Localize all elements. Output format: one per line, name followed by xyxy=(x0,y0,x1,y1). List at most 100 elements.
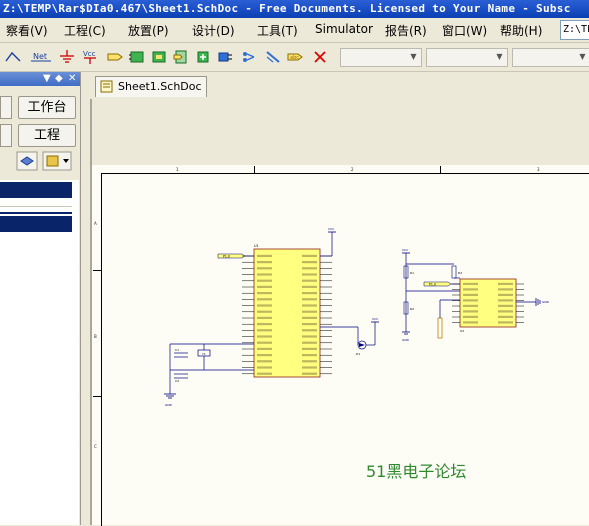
pin-icon[interactable]: ◆ xyxy=(55,72,63,86)
title-bar: Z:\TEMP\Rar$DIa0.467\Sheet1.SchDoc - Fre… xyxy=(0,0,589,18)
menu-project[interactable]: 工程(C) xyxy=(64,22,106,39)
net-label-text: P1.0 xyxy=(429,283,436,287)
panel-side-button[interactable] xyxy=(0,124,12,147)
pin-label xyxy=(498,293,513,296)
ruler-tick xyxy=(440,166,441,174)
component-designator: Y1 xyxy=(202,352,206,356)
ground-icon[interactable] xyxy=(58,49,76,65)
mcu-u1[interactable]: U1 xyxy=(253,244,321,378)
net-label-icon[interactable]: Net xyxy=(30,49,52,65)
pin-label xyxy=(498,310,513,313)
part-icon[interactable] xyxy=(128,49,146,65)
pin-label xyxy=(302,261,317,264)
pin-label xyxy=(498,288,513,291)
pin-label xyxy=(257,261,272,264)
toolbar-combo-1[interactable]: ▼ xyxy=(340,48,422,67)
net-label-text: Net xyxy=(33,52,47,61)
menu-simulator[interactable]: Simulator xyxy=(315,22,373,36)
add-part-icon[interactable] xyxy=(194,49,212,65)
menu-window[interactable]: 窗口(W) xyxy=(442,22,487,39)
toolbar-combo-2[interactable]: ▼ xyxy=(426,48,508,67)
pin-label xyxy=(257,298,272,301)
close-icon[interactable]: ✕ xyxy=(68,72,76,86)
crystal-y1[interactable]: Y1 C1 C2 GND xyxy=(164,343,254,407)
pin-label xyxy=(257,316,272,319)
wire-icon[interactable] xyxy=(4,49,22,65)
menu-reports[interactable]: 报告(R) xyxy=(385,22,427,39)
vcc-text: VCC xyxy=(372,317,378,321)
pin-label xyxy=(302,329,317,332)
pin-label xyxy=(302,273,317,276)
pin-label xyxy=(302,285,317,288)
pin-label xyxy=(463,282,478,285)
tab-sheet1[interactable]: Sheet1.SchDoc xyxy=(95,76,207,97)
no-erc-icon[interactable] xyxy=(311,49,329,65)
tab-label: Sheet1.SchDoc xyxy=(118,80,202,93)
pin-label xyxy=(257,323,272,326)
gnd-text: GND xyxy=(402,338,410,342)
menu-help[interactable]: 帮助(H) xyxy=(500,22,542,39)
sheet-ruler-left: A B C xyxy=(93,174,101,525)
pin-label xyxy=(302,310,317,313)
pin-label xyxy=(498,315,513,318)
port-icon[interactable] xyxy=(106,49,124,65)
menu-tools[interactable]: 工具(T) xyxy=(257,22,298,39)
component-designator: R2 xyxy=(410,307,414,311)
pin-label xyxy=(498,304,513,307)
component-designator: C2 xyxy=(175,379,179,383)
component-icon[interactable] xyxy=(216,49,234,65)
pin-label xyxy=(498,299,513,302)
pin-label xyxy=(257,292,272,295)
chevron-down-icon: ▼ xyxy=(579,52,586,61)
pin-label xyxy=(463,288,478,291)
panel-side-button[interactable] xyxy=(0,96,12,119)
pin-label xyxy=(498,282,513,285)
path-field[interactable]: Z:\TE xyxy=(560,20,589,40)
component-designator: R3 xyxy=(458,271,462,275)
vcc-icon[interactable]: Vcc xyxy=(80,49,102,65)
pin-label xyxy=(463,304,478,307)
menu-place[interactable]: 放置(P) xyxy=(128,22,169,39)
gnd-text: GND xyxy=(542,300,550,304)
row-marker: C xyxy=(94,444,97,449)
bus-entry-icon[interactable] xyxy=(264,49,282,65)
schematic-canvas[interactable]: P1.0 U1 VCC VCC D1 Y1 C1 C2 GND VCC R1 R… xyxy=(102,174,589,525)
column-marker: 1 xyxy=(176,167,179,172)
sheet-entry-icon[interactable] xyxy=(172,49,190,65)
watermark: 51黑电子论坛 xyxy=(366,462,467,481)
pin-label xyxy=(257,354,272,357)
pin-label xyxy=(463,310,478,313)
pin-label xyxy=(257,360,272,363)
pin-label xyxy=(257,310,272,313)
column-marker: 3 xyxy=(537,167,540,172)
tree-row-selected[interactable] xyxy=(0,216,72,232)
sheet-symbol-icon[interactable] xyxy=(150,49,168,65)
ruler-tick xyxy=(93,270,101,271)
pin-label xyxy=(257,279,272,282)
component-designator: C1 xyxy=(175,348,179,352)
project-button[interactable]: 工程 xyxy=(18,124,76,147)
project-options-icon[interactable] xyxy=(42,151,72,171)
panel-menu-icon[interactable]: ▼ xyxy=(43,72,51,86)
workspace-button[interactable]: 工作台 xyxy=(18,96,76,119)
component-designator: U2 xyxy=(460,329,464,333)
vcc-text: Vcc xyxy=(83,50,96,58)
pin-label xyxy=(463,299,478,302)
project-tree[interactable] xyxy=(0,180,79,525)
pin-label xyxy=(302,267,317,270)
menu-design[interactable]: 设计(D) xyxy=(192,22,235,39)
toolbar-combo-3[interactable]: ▼ xyxy=(512,48,589,67)
vcc-text: VCC xyxy=(328,227,334,231)
pin-label xyxy=(302,292,317,295)
pin-label xyxy=(257,304,272,307)
row-marker: B xyxy=(94,334,97,339)
chevron-down-icon: ▼ xyxy=(496,52,503,61)
compile-icon[interactable] xyxy=(16,151,38,171)
pin-label xyxy=(463,293,478,296)
harness-icon[interactable] xyxy=(240,49,258,65)
projects-panel: ▼ ◆ ✕ 工作台 工程 xyxy=(0,72,81,525)
pin-label xyxy=(302,372,317,375)
tree-row[interactable] xyxy=(0,198,72,212)
menu-view[interactable]: 察看(V) xyxy=(6,22,48,39)
directive-icon[interactable]: abc xyxy=(286,49,304,65)
